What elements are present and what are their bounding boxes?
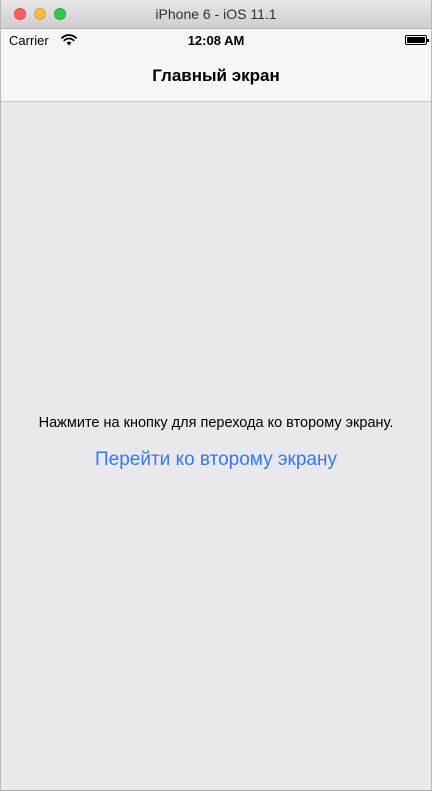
status-bar: Carrier 12:08 AM <box>1 29 431 51</box>
window-title: iPhone 6 - iOS 11.1 <box>155 6 277 22</box>
status-time: 12:08 AM <box>187 33 245 48</box>
main-content: Нажмите на кнопку для перехода ко втором… <box>1 102 431 790</box>
instruction-label: Нажмите на кнопку для перехода ко втором… <box>38 415 394 431</box>
simulator-window: iPhone 6 - iOS 11.1 Carrier 12:08 AM Гла… <box>0 0 432 791</box>
nav-title: Главный экран <box>152 66 280 85</box>
go-to-second-screen-button[interactable]: Перейти ко второму экрану <box>1 449 431 471</box>
battery-icon <box>405 35 429 45</box>
navigation-bar: Главный экран <box>1 51 431 102</box>
window-titlebar: iPhone 6 - iOS 11.1 <box>1 0 431 29</box>
